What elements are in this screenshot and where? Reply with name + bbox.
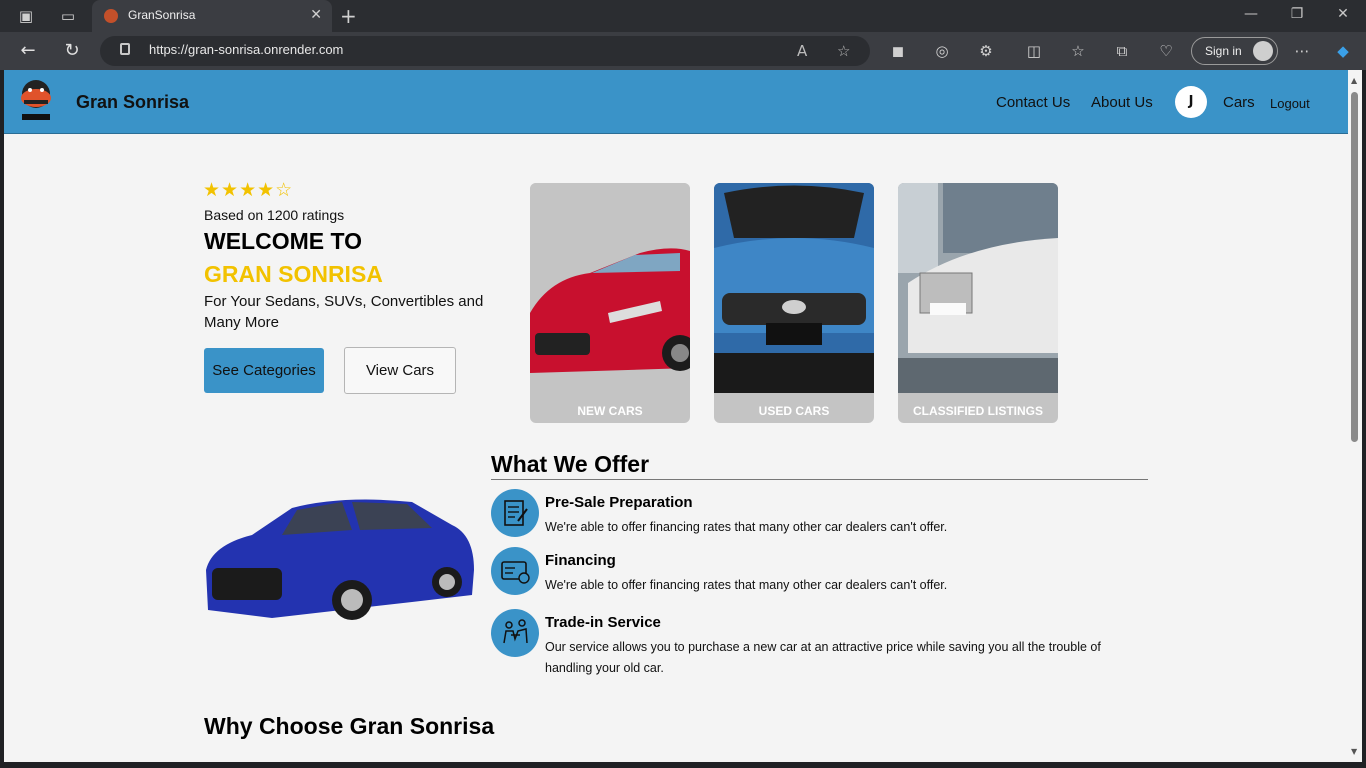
target-icon[interactable]: ◎ <box>932 41 952 61</box>
offer-item-text: Our service allows you to purchase a new… <box>545 640 1101 675</box>
category-label: USED CARS <box>758 404 830 418</box>
site-header: Gran Sonrisa Contact Us About Us J Cars … <box>4 70 1348 134</box>
lock-icon <box>120 43 130 55</box>
scrollbar-thumb[interactable] <box>1351 92 1358 442</box>
rating-stars: ★★★★☆ <box>203 179 294 201</box>
brand-name[interactable]: Gran Sonrisa <box>76 92 189 113</box>
more-menu-icon[interactable]: ⋯ <box>1292 41 1312 61</box>
nav-contact-link[interactable]: Contact Us <box>996 94 1070 111</box>
offer-divider <box>491 479 1148 480</box>
page-scrollbar[interactable]: ▲ ▼ <box>1348 70 1362 762</box>
user-avatar[interactable]: J <box>1175 86 1207 118</box>
offer-heading: What We Offer <box>491 451 650 477</box>
classified-car-image <box>898 183 1058 393</box>
favorites-icon[interactable]: ☆ <box>1068 41 1088 61</box>
document-edit-icon <box>491 489 539 537</box>
why-choose-heading: Why Choose Gran Sonrisa <box>204 713 495 739</box>
ratings-count: Based on 1200 ratings <box>204 207 345 223</box>
view-cars-button[interactable]: View Cars <box>344 347 456 394</box>
puzzle-extensions-icon[interactable]: ⚙ <box>976 41 996 61</box>
category-label: CLASSIFIED LISTINGS <box>912 404 1043 418</box>
restore-icon[interactable]: ❐ <box>1282 6 1312 22</box>
scroll-down-icon[interactable]: ▼ <box>1351 747 1357 756</box>
category-card-classified[interactable]: CLASSIFIED LISTINGS <box>898 183 1058 423</box>
close-window-icon[interactable]: ✕ <box>1328 6 1358 22</box>
used-car-image <box>714 183 874 393</box>
tab-favicon-icon <box>104 9 118 23</box>
extension-icon[interactable]: ◼ <box>888 41 908 61</box>
offer-item-text: We're able to offer financing rates that… <box>545 578 948 592</box>
workspaces-icon[interactable]: ▣ <box>16 6 36 26</box>
tab-title: GranSonrisa <box>128 8 196 22</box>
scroll-up-icon[interactable]: ▲ <box>1351 76 1357 85</box>
credit-card-icon <box>491 547 539 595</box>
category-label: NEW CARS <box>577 404 643 418</box>
page-viewport: Gran Sonrisa Contact Us About Us J Cars … <box>4 70 1348 762</box>
handshake-icon <box>491 609 539 657</box>
refresh-icon[interactable]: ↻ <box>62 41 82 61</box>
address-bar[interactable]: https://gran-sonrisa.onrender.com A ☆ <box>100 36 870 66</box>
brand-heading: GRAN SONRISA <box>204 261 383 287</box>
logo-icon <box>21 80 51 120</box>
new-tab-icon[interactable]: + <box>340 4 357 28</box>
split-screen-icon[interactable]: ◫ <box>1024 41 1044 61</box>
url-text: https://gran-sonrisa.onrender.com <box>149 42 344 57</box>
category-card-new-cars[interactable]: NEW CARS <box>530 183 690 423</box>
offer-item-text: We're able to offer financing rates that… <box>545 520 948 534</box>
read-aloud-icon[interactable]: A <box>797 42 807 60</box>
nav-cars-link[interactable]: Cars <box>1223 94 1255 111</box>
collections-icon[interactable]: ⧉ <box>1112 41 1132 61</box>
profile-icon <box>1253 41 1273 61</box>
offer-item-title: Trade-in Service <box>545 614 661 631</box>
hero-tagline: For Your Sedans, SUVs, Convertibles and … <box>204 293 484 331</box>
offer-item-title: Financing <box>545 552 616 569</box>
browser-tab[interactable]: GranSonrisa ✕ <box>92 0 332 32</box>
see-categories-button[interactable]: See Categories <box>204 348 324 393</box>
nav-about-link[interactable]: About Us <box>1091 94 1153 111</box>
close-tab-icon[interactable]: ✕ <box>310 7 322 23</box>
new-car-image <box>530 183 690 393</box>
favorite-star-icon[interactable]: ☆ <box>837 42 850 60</box>
browser-tab-bar: ▣ ▭ GranSonrisa ✕ + — ❐ ✕ <box>0 0 1366 32</box>
category-card-used-cars[interactable]: USED CARS <box>714 183 874 423</box>
performance-icon[interactable]: ♡ <box>1156 41 1176 61</box>
featured-car-image <box>206 499 474 620</box>
logout-link[interactable]: Logout <box>1270 96 1310 111</box>
minimize-icon[interactable]: — <box>1236 6 1266 22</box>
back-icon[interactable]: ← <box>18 41 38 61</box>
tab-actions-icon[interactable]: ▭ <box>58 6 78 26</box>
welcome-heading: WELCOME TO <box>204 228 363 254</box>
copilot-icon[interactable]: ◆ <box>1333 41 1353 61</box>
sign-in-label: Sign in <box>1205 44 1242 58</box>
offer-item-title: Pre-Sale Preparation <box>545 494 693 511</box>
sign-in-button[interactable]: Sign in <box>1191 37 1278 65</box>
